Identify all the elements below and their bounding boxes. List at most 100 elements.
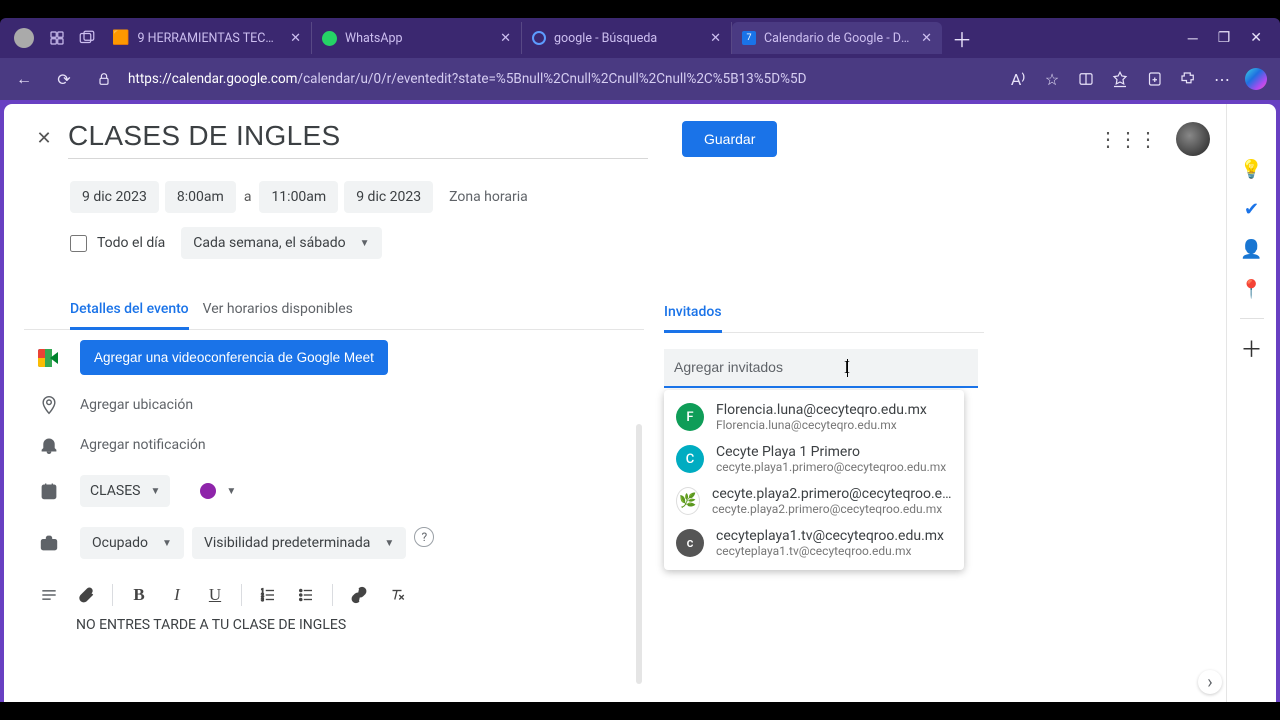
- browser-tab[interactable]: WhatsApp ✕: [312, 22, 522, 54]
- tab-actions-icon[interactable]: [78, 29, 96, 47]
- scrollbar[interactable]: [636, 424, 642, 684]
- bullet-list-button[interactable]: [294, 583, 318, 607]
- add-guests-input[interactable]: [664, 349, 978, 388]
- attach-icon[interactable]: [74, 583, 98, 607]
- user-avatar[interactable]: [1176, 122, 1210, 156]
- tab-find-time[interactable]: Ver horarios disponibles: [203, 301, 353, 329]
- description-text[interactable]: NO ENTRES TARDE A TU CLASE DE INGLES: [76, 617, 644, 702]
- browser-tab[interactable]: google - Búsqueda ✕: [522, 22, 732, 54]
- split-icon[interactable]: [1070, 63, 1102, 95]
- avatar-icon: c: [676, 529, 704, 557]
- tab-favicon: 🟧: [112, 30, 129, 46]
- apps-grid-icon[interactable]: ⋮⋮⋮: [1098, 127, 1158, 151]
- end-time[interactable]: 11:00am: [259, 181, 338, 213]
- profile-avatar-icon[interactable]: [14, 28, 34, 48]
- chevron-down-icon: ▼: [151, 486, 161, 497]
- help-icon[interactable]: ?: [414, 527, 434, 547]
- close-icon[interactable]: ✕: [921, 31, 932, 46]
- avatar-icon: F: [676, 403, 704, 431]
- address-bar: ← ⟳ https://calendar.google.com/calendar…: [0, 58, 1280, 100]
- recurrence-label: Cada semana, el sábado: [193, 235, 345, 251]
- url-text[interactable]: https://calendar.google.com/calendar/u/0…: [128, 71, 994, 87]
- refresh-button[interactable]: ⟳: [48, 63, 80, 95]
- briefcase-icon: [38, 533, 60, 553]
- tasks-icon[interactable]: ✔︎: [1241, 198, 1263, 220]
- suggestion-item[interactable]: 🌿 cecyte.playa2.primero@cecyteqroo.ed...…: [664, 480, 964, 522]
- location-icon: [38, 395, 60, 415]
- guests-header: Invitados: [664, 304, 722, 333]
- back-button[interactable]: ←: [8, 63, 40, 95]
- visibility-select[interactable]: Visibilidad predeterminada▼: [192, 527, 406, 559]
- minimize-button[interactable]: ─: [1188, 30, 1198, 47]
- site-lock-icon[interactable]: [88, 63, 120, 95]
- collections-icon[interactable]: [1138, 63, 1170, 95]
- close-editor-button[interactable]: ✕: [24, 128, 64, 149]
- numbered-list-button[interactable]: 123: [256, 583, 280, 607]
- description-icon: [38, 585, 60, 605]
- close-window-button[interactable]: ✕: [1250, 30, 1262, 47]
- clear-format-button[interactable]: [385, 583, 409, 607]
- suggestion-email: cecyte.playa1.primero@cecyteqroo.edu.mx: [716, 460, 946, 474]
- save-button[interactable]: Guardar: [682, 121, 777, 157]
- extensions-icon[interactable]: [1172, 63, 1204, 95]
- read-aloud-icon[interactable]: A⁾: [1002, 63, 1034, 95]
- favorite-icon[interactable]: ☆: [1036, 63, 1068, 95]
- new-tab-button[interactable]: ＋: [952, 24, 972, 53]
- bold-button[interactable]: B: [127, 583, 151, 607]
- close-icon[interactable]: ✕: [290, 31, 301, 46]
- availability-select[interactable]: Ocupado▼: [80, 527, 184, 559]
- guest-suggestions-dropdown: F Florencia.luna@cecyteqro.edu.mxFlorenc…: [664, 390, 964, 570]
- copilot-icon[interactable]: [1240, 63, 1272, 95]
- suggestion-name: Florencia.luna@cecyteqro.edu.mx: [716, 402, 927, 418]
- link-button[interactable]: [347, 583, 371, 607]
- avatar-icon: C: [676, 445, 704, 473]
- end-date[interactable]: 9 dic 2023: [344, 181, 433, 213]
- start-date[interactable]: 9 dic 2023: [70, 181, 159, 213]
- chevron-down-icon: ▼: [360, 238, 370, 249]
- tab-event-details[interactable]: Detalles del evento: [70, 301, 189, 330]
- close-icon[interactable]: ✕: [500, 31, 511, 46]
- color-select[interactable]: ▼: [190, 475, 246, 507]
- italic-button[interactable]: I: [165, 583, 189, 607]
- tab-favicon: [322, 31, 337, 46]
- all-day-checkbox[interactable]: [70, 235, 87, 252]
- maps-icon[interactable]: 📍: [1241, 278, 1263, 300]
- suggestion-item[interactable]: c cecyteplaya1.tv@cecyteqroo.edu.mxcecyt…: [664, 522, 964, 564]
- contacts-icon[interactable]: 👤: [1241, 238, 1263, 260]
- calendar-select[interactable]: CLASES▼: [80, 475, 170, 507]
- time-separator: a: [242, 189, 254, 205]
- suggestion-name: Cecyte Playa 1 Primero: [716, 444, 946, 460]
- recurrence-select[interactable]: Cada semana, el sábado ▼: [181, 227, 381, 259]
- expand-side-panel-button[interactable]: ›: [1198, 670, 1222, 694]
- chevron-down-icon: ▼: [162, 538, 172, 549]
- browser-window: 🟧 9 HERRAMIENTAS TECNOLÓGIC ✕ WhatsApp ✕…: [0, 18, 1280, 702]
- notification-add[interactable]: Agregar notificación: [80, 437, 206, 453]
- close-icon[interactable]: ✕: [710, 31, 721, 46]
- tab-favicon: 7: [742, 31, 756, 45]
- all-day-label: Todo el día: [97, 235, 165, 251]
- tab-favicon: [532, 31, 546, 45]
- favorites-bar-icon[interactable]: [1104, 63, 1136, 95]
- more-menu-icon[interactable]: ⋯: [1206, 63, 1238, 95]
- location-input[interactable]: Agregar ubicación: [80, 397, 193, 413]
- suggestion-item[interactable]: F Florencia.luna@cecyteqro.edu.mxFlorenc…: [664, 396, 964, 438]
- browser-tab-active[interactable]: 7 Calendario de Google - Detalles ✕: [732, 22, 942, 54]
- workspaces-icon[interactable]: [48, 29, 66, 47]
- suggestion-item[interactable]: C Cecyte Playa 1 Primerocecyte.playa1.pr…: [664, 438, 964, 480]
- suggestion-email: cecyteplaya1.tv@cecyteqroo.edu.mx: [716, 544, 944, 558]
- keep-icon[interactable]: 💡: [1241, 158, 1263, 180]
- start-time[interactable]: 8:00am: [165, 181, 236, 213]
- suggestion-email: Florencia.luna@cecyteqro.edu.mx: [716, 418, 927, 432]
- add-addon-button[interactable]: ＋: [1241, 337, 1263, 359]
- timezone-link[interactable]: Zona horaria: [449, 189, 528, 205]
- chevron-down-icon: ▼: [226, 486, 236, 497]
- add-meet-button[interactable]: Agregar una videoconferencia de Google M…: [80, 340, 388, 375]
- avatar-icon: 🌿: [676, 487, 700, 515]
- side-panel: 💡 ✔︎ 👤 📍 ＋: [1226, 104, 1276, 702]
- tab-label: google - Búsqueda: [554, 31, 702, 46]
- browser-tab[interactable]: 🟧 9 HERRAMIENTAS TECNOLÓGIC ✕: [102, 22, 312, 54]
- calendar-icon: [38, 481, 60, 501]
- underline-button[interactable]: U: [203, 583, 227, 607]
- event-title-input[interactable]: [68, 118, 648, 159]
- maximize-button[interactable]: ❐: [1218, 30, 1231, 47]
